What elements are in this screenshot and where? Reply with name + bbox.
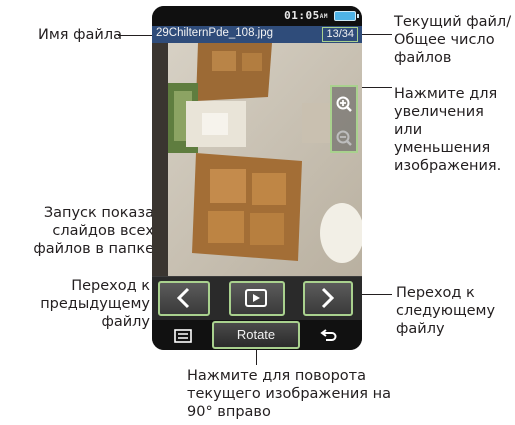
menu-icon[interactable] [174, 328, 192, 343]
slideshow-button[interactable] [229, 281, 285, 316]
label-filename: Имя файла [38, 27, 122, 43]
zoom-out-icon[interactable] [335, 129, 353, 147]
chevron-left-icon [176, 287, 190, 309]
clock: 01:05AM [284, 9, 328, 22]
photo-view[interactable] [152, 43, 362, 276]
next-button[interactable] [303, 281, 353, 316]
battery-icon [334, 11, 359, 21]
zoom-in-icon[interactable] [335, 95, 353, 113]
back-icon[interactable] [320, 327, 338, 343]
label-next: Переход к следующему файлу [396, 285, 496, 337]
device-screen: 01:05AM 29ChilternPde_108.jpg 13/34 Rota… [152, 6, 362, 350]
navigation-bar [152, 276, 362, 320]
file-name: 29ChilternPde_108.jpg [156, 27, 274, 39]
zoom-panel [330, 85, 358, 153]
label-zoom: Нажмите для увеличения или уменьшения из… [394, 86, 502, 174]
status-bar: 01:05AM [152, 6, 362, 26]
label-prev: Переход к предыдущему файлу [40, 278, 150, 330]
previous-button[interactable] [158, 281, 210, 316]
rotated-photo [152, 43, 362, 276]
rotate-button[interactable]: Rotate [212, 321, 300, 349]
label-rotate: Нажмите для поворота текущего изображени… [187, 368, 392, 420]
bottom-bar: Rotate [152, 320, 362, 350]
chevron-right-icon [321, 287, 335, 309]
file-counter: 13/34 [322, 27, 358, 42]
leader-rotate [256, 350, 257, 365]
file-bar: 29ChilternPde_108.jpg 13/34 [152, 26, 362, 43]
leader-counter [357, 34, 392, 35]
label-current-file: Текущий файл/ Общее число файлов [394, 14, 512, 66]
label-slideshow: Запуск показа слайдов всех файлов в папк… [33, 205, 154, 257]
play-icon [245, 289, 267, 307]
leader-filename [118, 35, 156, 36]
